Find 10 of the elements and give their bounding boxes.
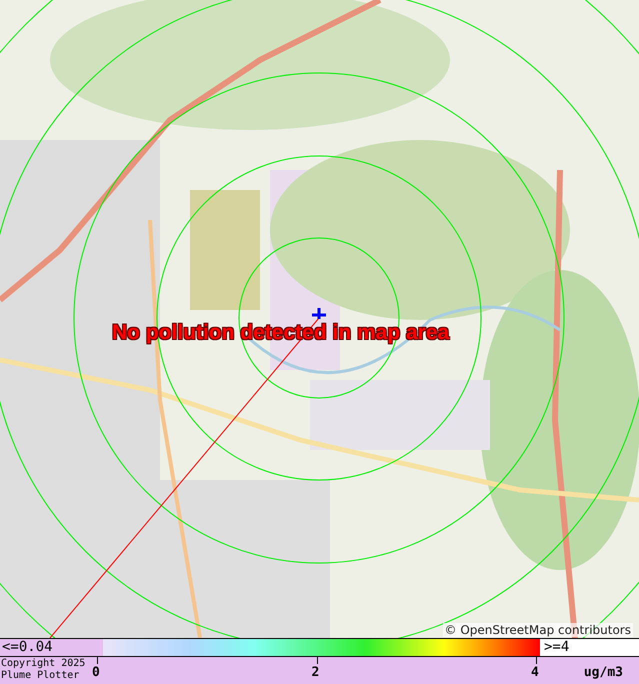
copyright-text: Plume Plotter — [1, 670, 80, 682]
source-marker-icon — [312, 308, 326, 319]
tick-label: 0 — [92, 665, 100, 681]
map-attribution: © OpenStreetMap contributors — [442, 623, 633, 637]
tick-label: 4 — [531, 665, 539, 681]
unit-label: ug/m3 — [584, 665, 623, 681]
copyright-text: Copyright 2025 — [1, 658, 86, 670]
tick-label: 2 — [312, 665, 320, 681]
min-label: <=0.04 — [1, 639, 54, 656]
max-label: >=4 — [540, 639, 639, 656]
